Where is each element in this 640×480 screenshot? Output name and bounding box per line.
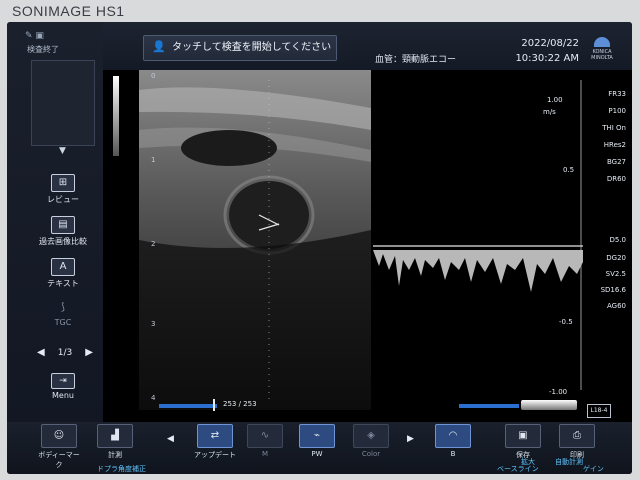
screen: ✎ ▣ 検査終了 ▼ ⊞ レビュー ▤ 過去画像比較 A テキスト ⟆ TGC … <box>7 22 632 474</box>
auto-measure-label[interactable]: 自動計測 <box>555 457 583 467</box>
save-icon: ▣ <box>505 424 541 448</box>
scale-top: 1.00 <box>547 96 563 104</box>
doppler-spectrum[interactable] <box>373 70 583 410</box>
param: DG20 <box>606 254 626 262</box>
scale-mid: 0.5 <box>563 166 575 174</box>
cine-counter: 253 / 253 <box>223 400 257 408</box>
printer-icon: ⎙ <box>559 424 595 448</box>
menu-icon: ⇥ <box>51 373 75 389</box>
review-icon: ⊞ <box>51 174 75 192</box>
logo-mark-icon <box>594 37 610 47</box>
param: P100 <box>608 107 626 115</box>
color-icon: ◈ <box>353 424 389 448</box>
image-area: 0 1 2 3 4 1.00 m/s 0.5 -0.5 -1.00 FR33 P… <box>103 70 632 429</box>
compare-icon: ▤ <box>51 216 75 234</box>
scale-bottom: -1.00 <box>549 388 568 396</box>
status-icons: ✎ ▣ <box>25 31 44 41</box>
param: BG27 <box>606 158 626 166</box>
date: 2022/08/22 <box>521 38 579 49</box>
bottom-bar: ☺ ボディーマーク ▟ 計測 ドプラ角度補正 ◀ ⇄ アップデート ∿ M ⌁ … <box>7 422 632 474</box>
depth-label: 0 <box>151 72 156 80</box>
review-button[interactable]: ⊞ レビュー <box>37 174 89 208</box>
left-panel: ✎ ▣ 検査終了 ▼ ⊞ レビュー ▤ 過去画像比較 A テキスト ⟆ TGC … <box>7 22 103 422</box>
param: HRes2 <box>603 141 626 149</box>
m-mode-button[interactable]: ∿ M <box>243 424 287 462</box>
konica-logo: KONICA MINOLTA <box>583 37 621 61</box>
page-indicator: ◀ 1/3 ▶ <box>33 345 97 361</box>
add-patient-icon: 👤 <box>152 40 166 53</box>
compare-button[interactable]: ▤ 過去画像比較 <box>37 216 89 250</box>
start-exam-button[interactable]: 👤 タッチして検査を開始してください <box>143 35 337 61</box>
doppler-angle-label[interactable]: ドプラ角度補正 <box>97 464 146 474</box>
depth-label: 2 <box>151 240 156 248</box>
param: SD16.6 <box>600 286 626 294</box>
scale-unit: m/s <box>543 108 556 116</box>
m-mode-icon: ∿ <box>247 424 283 448</box>
depth-label: 4 <box>151 394 156 402</box>
param: D5.0 <box>609 236 626 244</box>
measure-button[interactable]: ▟ 計測 <box>93 424 137 462</box>
body-mark-button[interactable]: ☺ ボディーマーク <box>37 424 81 469</box>
param: DR60 <box>606 175 626 183</box>
probe-label: L18-4 <box>587 404 611 418</box>
doppler-slider-handle[interactable] <box>521 400 577 410</box>
ruler-icon: ▟ <box>97 424 133 448</box>
mode-next-icon[interactable]: ▶ <box>407 434 414 444</box>
zoom-label[interactable]: 拡大 <box>521 457 535 467</box>
tgc-button[interactable]: ⟆ TGC <box>37 300 89 334</box>
param: THI On <box>602 124 626 132</box>
cine-slider-handle[interactable] <box>213 399 215 411</box>
thumbnail-area[interactable] <box>31 60 95 146</box>
doppler-slider[interactable] <box>459 404 519 408</box>
param: FR33 <box>608 90 626 98</box>
color-button[interactable]: ◈ Color <box>349 424 393 462</box>
gain-label[interactable]: ゲイン <box>583 464 604 474</box>
mode-prev-icon[interactable]: ◀ <box>167 434 174 444</box>
device-bezel: SONIMAGE HS1 ✎ ▣ 検査終了 ▼ ⊞ レビュー ▤ 過去画像比較 … <box>0 0 640 480</box>
text-icon: A <box>51 258 75 276</box>
param: AG60 <box>607 302 626 310</box>
brand-logo: SONIMAGE HS1 <box>12 3 125 19</box>
cine-slider[interactable] <box>159 404 217 408</box>
b-mode-button[interactable]: ◠ B <box>431 424 475 462</box>
chevron-down-icon[interactable]: ▼ <box>59 146 66 156</box>
pw-button[interactable]: ⌁ PW <box>295 424 339 462</box>
depth-label: 1 <box>151 156 156 164</box>
body-mark-icon: ☺ <box>41 424 77 448</box>
datetime: 2022/08/22 10:30:22 AM <box>499 36 579 66</box>
tgc-icon: ⟆ <box>61 302 65 313</box>
text-button[interactable]: A テキスト <box>37 258 89 292</box>
menu-button[interactable]: ⇥ Menu <box>37 373 89 405</box>
b-mode-icon: ◠ <box>435 424 471 448</box>
scale-low: -0.5 <box>559 318 573 326</box>
update-button[interactable]: ⇄ アップデート <box>193 424 237 462</box>
update-icon: ⇄ <box>197 424 233 448</box>
status-label: 検査終了 <box>27 45 59 54</box>
study-label: 血管：頸動脈エコー <box>375 55 457 65</box>
page-next-icon[interactable]: ▶ <box>85 345 93 361</box>
time: 10:30:22 AM <box>515 53 579 64</box>
parameter-panel: FR33 P100 THI On HRes2 BG27 DR60 D5.0 DG… <box>587 70 632 410</box>
depth-label: 3 <box>151 320 156 328</box>
pw-icon: ⌁ <box>299 424 335 448</box>
top-bar: 👤 タッチして検査を開始してください 血管：頸動脈エコー 2022/08/22 … <box>103 22 632 70</box>
gray-scale-bar <box>113 76 119 156</box>
param: SV2.5 <box>605 270 626 278</box>
b-mode-image[interactable] <box>139 70 371 410</box>
page-prev-icon[interactable]: ◀ <box>37 345 45 361</box>
